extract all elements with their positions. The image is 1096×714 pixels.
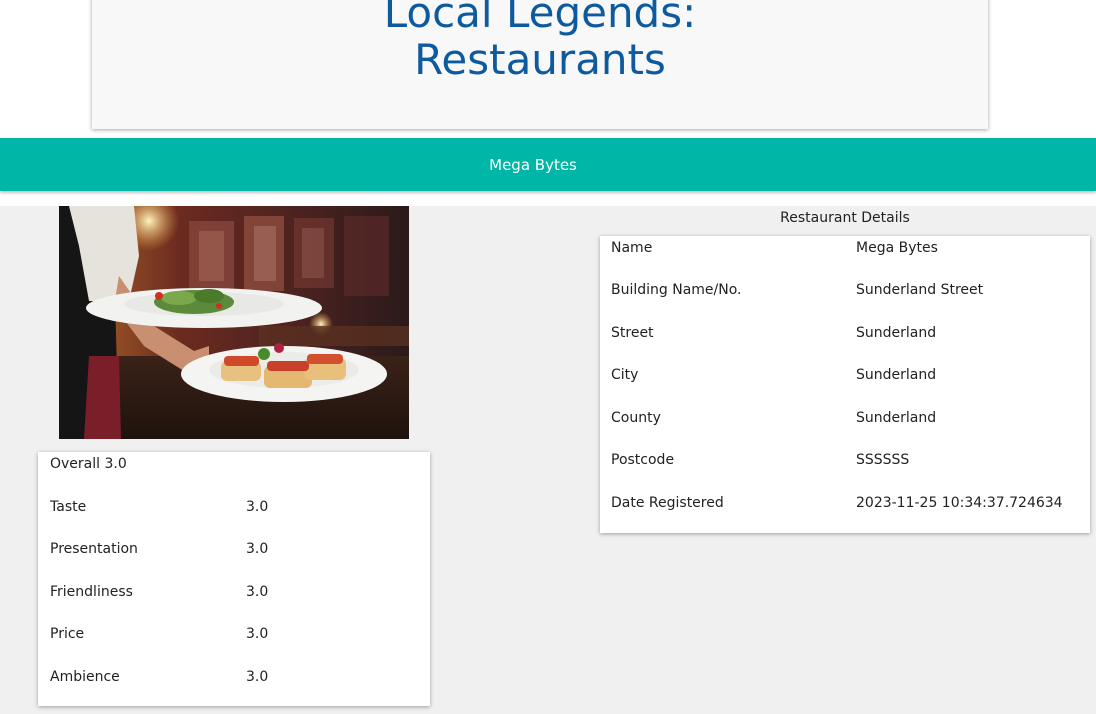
rating-row-presentation: Presentation 3.0 (50, 541, 420, 561)
detail-row-city: City Sunderland (611, 367, 1081, 387)
detail-label: Name (611, 240, 653, 256)
title-card: Local Legends: Restaurants (92, 0, 988, 129)
detail-row-street: Street Sunderland (611, 325, 1081, 345)
page-title-line2: Restaurants (414, 35, 666, 84)
detail-label: Postcode (611, 452, 675, 468)
rating-value: 3.0 (246, 541, 269, 557)
ratings-card: Overall 3.0 Taste 3.0 Presentation 3.0 F… (38, 452, 430, 706)
rating-row-friendliness: Friendliness 3.0 (50, 584, 420, 604)
rating-value: 3.0 (246, 669, 269, 685)
rating-value: 3.0 (246, 584, 269, 600)
detail-label: Building Name/No. (611, 282, 742, 298)
nav-link-restaurant[interactable]: Mega Bytes (489, 156, 577, 174)
rating-row-ambience: Ambience 3.0 (50, 669, 420, 689)
rating-value: 3.0 (246, 499, 269, 515)
rating-row-taste: Taste 3.0 (50, 499, 420, 519)
detail-row-building: Building Name/No. Sunderland Street (611, 282, 1081, 302)
detail-value: Sunderland (856, 325, 937, 341)
overall-rating: Overall 3.0 (50, 456, 127, 472)
details-card: Name Mega Bytes Building Name/No. Sunder… (600, 236, 1090, 533)
detail-value: Sunderland Street (856, 282, 984, 298)
detail-row-date-registered: Date Registered 2023-11-25 10:34:37.7246… (611, 495, 1081, 515)
rating-label: Ambience (50, 669, 120, 685)
page-title-line1: Local Legends: (383, 0, 697, 37)
nav-bar: Mega Bytes (0, 138, 1096, 191)
rating-label: Presentation (50, 541, 138, 557)
detail-label: Date Registered (611, 495, 724, 511)
rating-label: Friendliness (50, 584, 133, 600)
detail-value: SSSSSS (856, 452, 910, 468)
detail-value: Mega Bytes (856, 240, 938, 256)
page-title: Local Legends: Restaurants (92, 0, 988, 83)
main-content: Overall 3.0 Taste 3.0 Presentation 3.0 F… (0, 206, 1096, 714)
page: Local Legends: Restaurants Mega Bytes Ov… (0, 0, 1096, 714)
detail-row-name: Name Mega Bytes (611, 240, 1081, 260)
detail-label: County (611, 410, 661, 426)
detail-row-postcode: Postcode SSSSSS (611, 452, 1081, 472)
restaurant-photo (59, 206, 409, 439)
rating-label: Taste (50, 499, 87, 515)
detail-value: Sunderland (856, 367, 937, 383)
detail-value: 2023-11-25 10:34:37.724634 (856, 495, 1063, 511)
detail-label: City (611, 367, 639, 383)
details-heading: Restaurant Details (780, 210, 910, 226)
rating-row-price: Price 3.0 (50, 626, 420, 646)
detail-row-county: County Sunderland (611, 410, 1081, 430)
detail-value: Sunderland (856, 410, 937, 426)
rating-label: Price (50, 626, 85, 642)
detail-label: Street (611, 325, 654, 341)
rating-value: 3.0 (246, 626, 269, 642)
